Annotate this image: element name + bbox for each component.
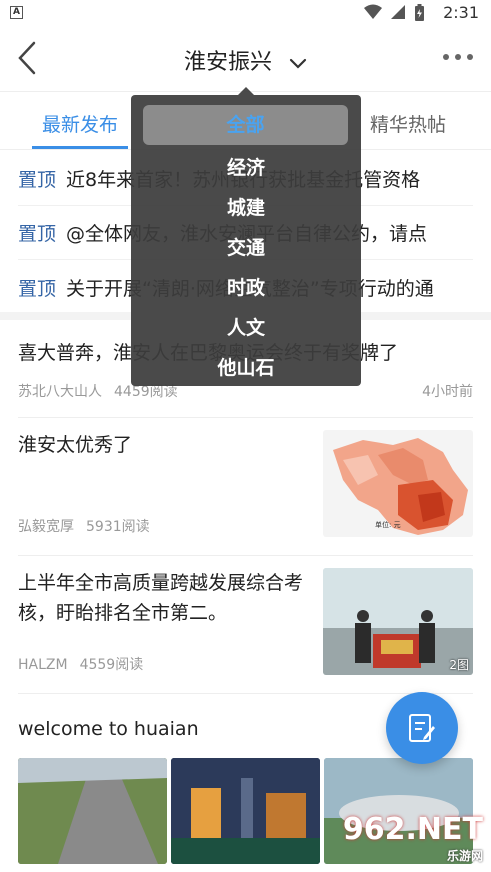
post-author[interactable]: HALZM <box>18 657 68 673</box>
edit-note-icon <box>409 714 435 742</box>
nav-bar: 淮安振兴 <box>0 26 491 92</box>
watermark-sub: 乐游网 <box>446 849 483 863</box>
category-option-traffic[interactable]: 交通 <box>131 233 361 260</box>
post-title: 上半年全市高质量跨越发展综合考核，盱眙排名全市第二。 <box>18 572 304 624</box>
category-option-culture[interactable]: 人文 <box>131 313 361 340</box>
more-dot-icon <box>443 54 449 60</box>
page-title: 淮安振兴 <box>183 50 272 75</box>
category-option-urban[interactable]: 城建 <box>131 193 361 220</box>
post-time: 4小时前 <box>422 384 473 400</box>
more-dot-icon <box>467 54 473 60</box>
tab-latest[interactable]: 最新发布 <box>42 110 118 137</box>
post-image[interactable] <box>171 758 320 864</box>
tab-featured[interactable]: 精华热帖 <box>370 110 446 137</box>
pinned-tag: 置顶 <box>18 277 57 300</box>
pinned-tag: 置顶 <box>18 169 57 191</box>
post-author[interactable]: 弘毅宽厚 <box>18 519 74 535</box>
post-views: 4459阅读 <box>114 384 178 400</box>
dropdown-arrow <box>238 87 254 95</box>
wifi-icon <box>364 4 382 19</box>
post-title: 淮安太优秀了 <box>18 434 133 456</box>
night-city-photo <box>171 758 320 864</box>
post-item[interactable]: 上半年全市高质量跨越发展综合考核，盱眙排名全市第二。 HALZM 4559阅读 2… <box>18 568 473 694</box>
category-option-other[interactable]: 他山石 <box>131 353 361 380</box>
signal-icon <box>391 5 405 19</box>
post-views: 4559阅读 <box>79 657 144 673</box>
status-icons <box>364 4 425 22</box>
more-dot-icon <box>455 54 461 60</box>
battery-icon <box>415 4 424 21</box>
active-tab-indicator <box>32 146 128 149</box>
post-thumbnail-photo[interactable]: 2图 <box>323 568 473 675</box>
status-bar: A 2:31 <box>0 0 491 26</box>
status-time: 2:31 <box>443 3 479 22</box>
category-option-all[interactable]: 全部 <box>143 105 348 145</box>
forum-selector[interactable]: 淮安振兴 <box>0 44 491 76</box>
image-count-badge: 2图 <box>449 658 469 672</box>
post-item[interactable]: 淮安太优秀了 弘毅宽厚 5931阅读 单位: 元 <box>18 430 473 556</box>
post-meta: HALZM 4559阅读 <box>18 654 143 674</box>
watermark-logo: 962.NET 乐游网 <box>343 812 483 864</box>
category-option-politics[interactable]: 时政 <box>131 273 361 300</box>
post-views: 5931阅读 <box>86 519 150 535</box>
compose-post-button[interactable] <box>386 692 458 764</box>
map-unit-label: 单位: 元 <box>375 521 401 529</box>
post-author[interactable]: 苏北八大山人 <box>18 384 102 400</box>
app-notification-icon: A <box>10 6 23 19</box>
category-dropdown: 全部 经济 城建 交通 时政 人文 他山石 <box>131 87 361 386</box>
pinned-tag: 置顶 <box>18 223 57 245</box>
post-image[interactable] <box>18 758 167 864</box>
chevron-down-icon <box>289 51 307 76</box>
category-option-economy[interactable]: 经济 <box>131 153 361 180</box>
more-options-button[interactable] <box>443 54 473 60</box>
post-meta: 弘毅宽厚 5931阅读 <box>18 516 150 536</box>
watermark-brand: 962.NET <box>342 812 483 847</box>
post-thumbnail-map[interactable]: 单位: 元 <box>323 430 473 537</box>
road-photo <box>18 758 167 864</box>
